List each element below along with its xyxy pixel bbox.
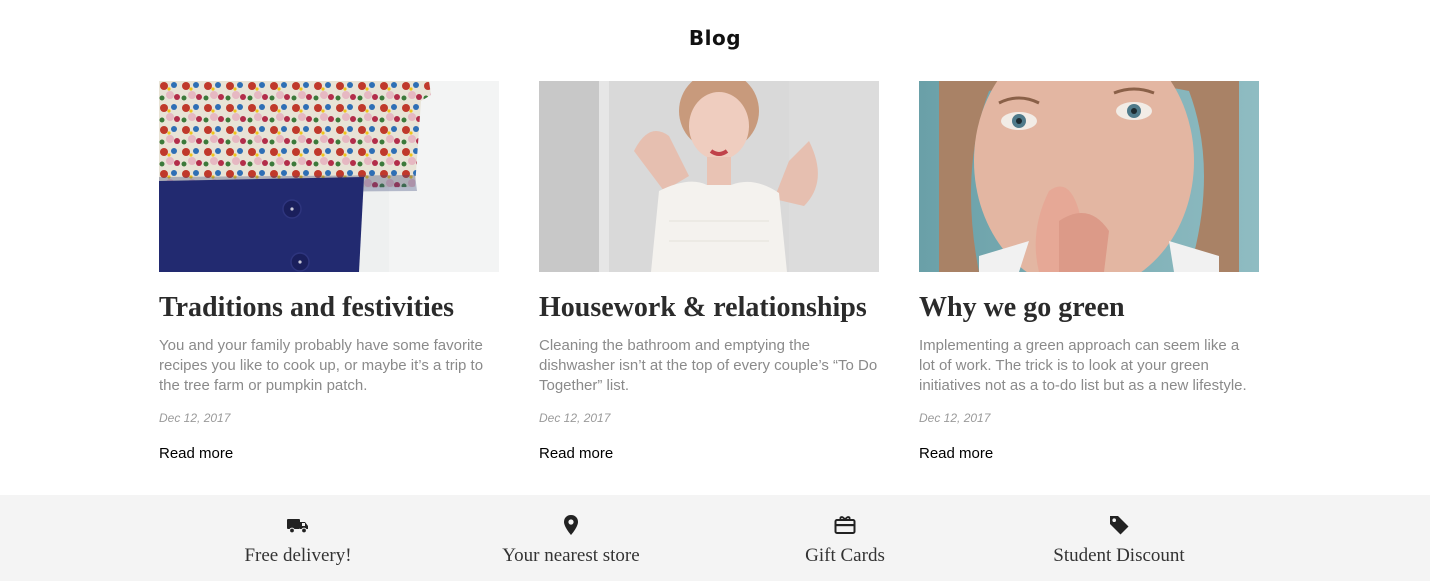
feature-label: Gift Cards [805,545,885,566]
blog-post-excerpt: You and your family probably have some f… [159,337,484,394]
blog-post-excerpt: Cleaning the bathroom and emptying the d… [539,337,878,394]
blog-card: Why we go green Implementing a green app… [919,81,1259,463]
feature-label: Free delivery! [244,545,352,566]
blog-post-title[interactable]: Why we go green [919,291,1259,325]
blog-post-image[interactable] [159,81,499,272]
blog-post-date: Dec 12, 2017 [539,411,611,425]
features-bar: Free delivery! Your nearest store Gift C… [0,495,1430,581]
read-more-link[interactable]: Read more [539,445,613,463]
truck-icon [286,513,310,537]
blog-post-image[interactable] [539,81,879,272]
tag-icon [1107,513,1131,537]
feature-gift-cards[interactable]: Gift Cards [725,495,965,581]
feature-free-delivery[interactable]: Free delivery! [178,495,418,581]
map-pin-icon [559,513,583,537]
blog-post-image[interactable] [919,81,1259,272]
blog-card: Housework & relationships Cleaning the b… [539,81,879,463]
feature-nearest-store[interactable]: Your nearest store [451,495,691,581]
blog-post-title[interactable]: Traditions and festivities [159,291,499,325]
blog-post-title[interactable]: Housework & relationships [539,291,879,325]
gift-card-icon [833,513,857,537]
read-more-link[interactable]: Read more [159,445,233,463]
blog-post-date: Dec 12, 2017 [159,411,231,425]
page-title: Blog [688,26,742,50]
feature-student-discount[interactable]: Student Discount [999,495,1239,581]
feature-label: Your nearest store [502,545,640,566]
blog-post-date: Dec 12, 2017 [919,411,991,425]
read-more-link[interactable]: Read more [919,445,993,463]
feature-label: Student Discount [1053,545,1185,566]
blog-post-excerpt: Implementing a green approach can seem l… [919,337,1247,394]
blog-card: Traditions and festivities You and your … [159,81,499,463]
